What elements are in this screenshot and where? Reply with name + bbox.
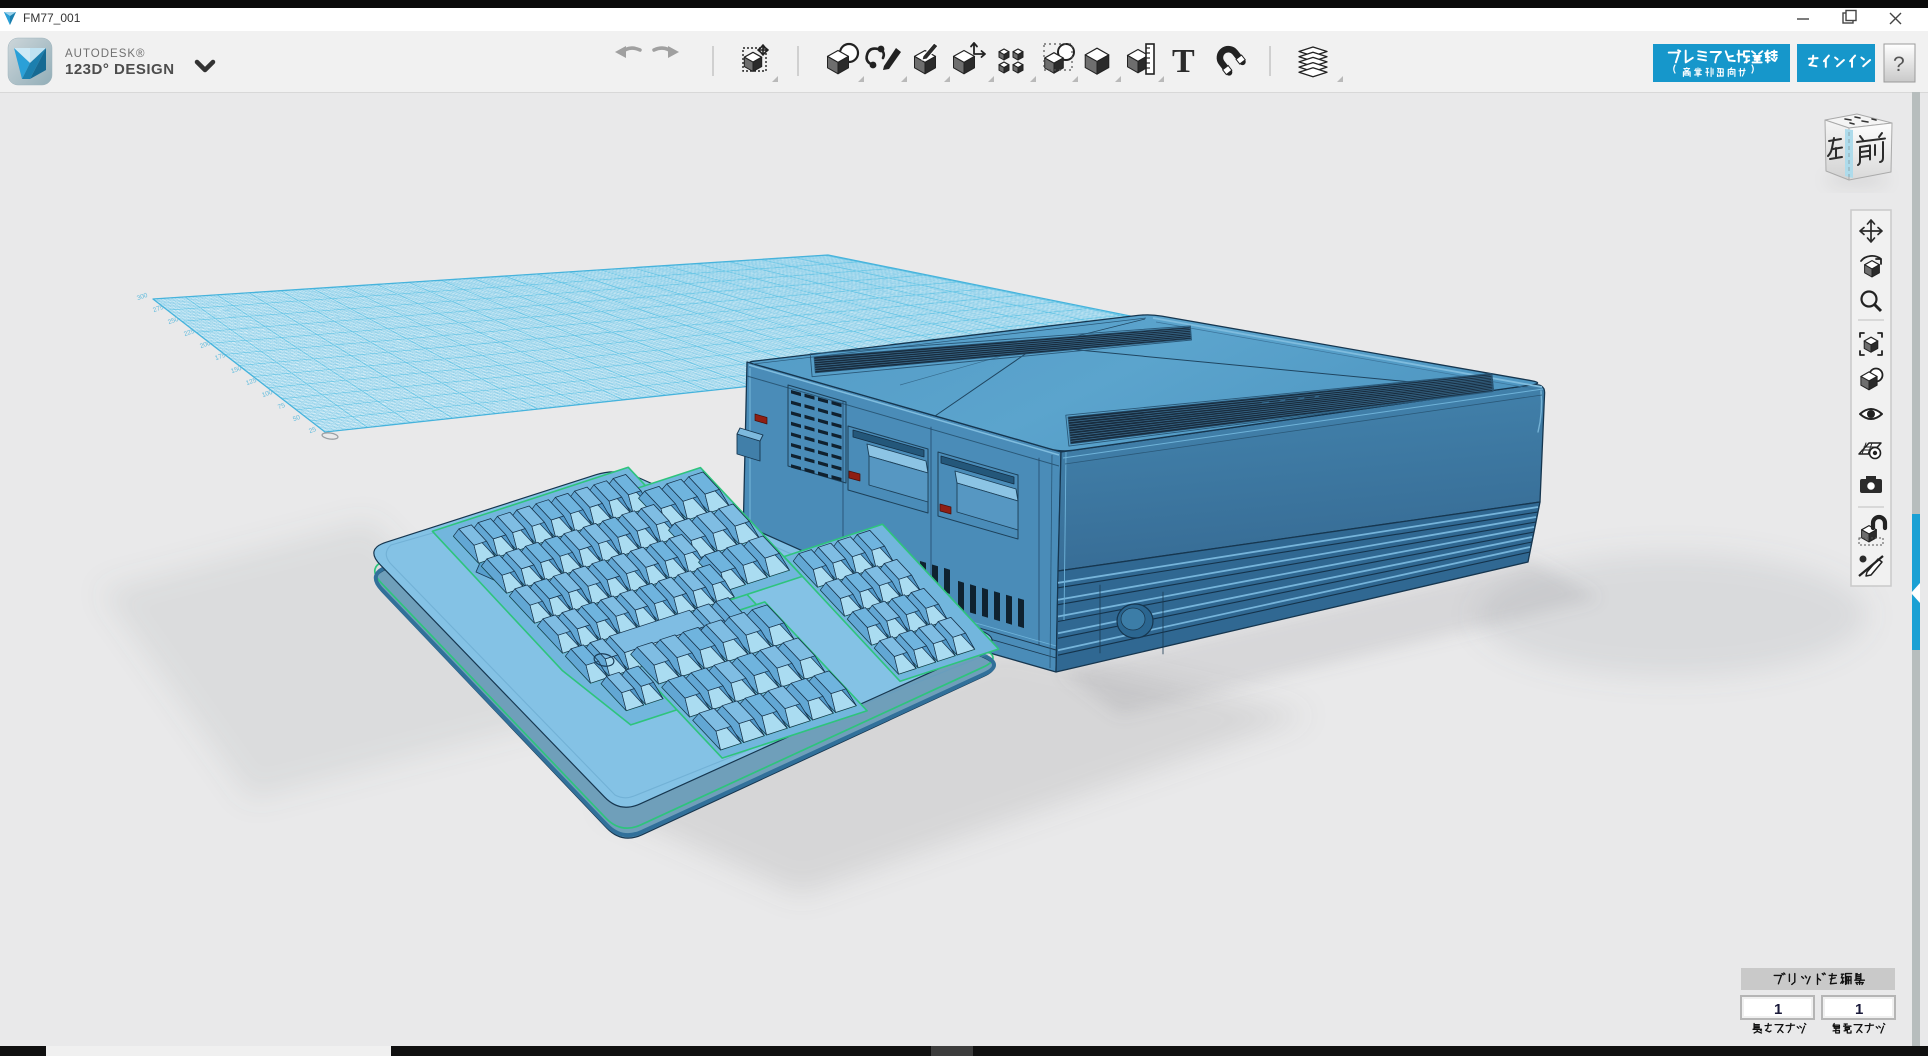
svg-text:300: 300	[136, 292, 149, 302]
svg-text:75: 75	[277, 402, 287, 411]
svg-text:1: 1	[1855, 1001, 1863, 1018]
svg-text:AUTODESK®: AUTODESK®	[65, 48, 146, 60]
svg-text:50: 50	[292, 414, 302, 423]
svg-text:25: 25	[308, 426, 318, 435]
svg-text:123D° DESIGN: 123D° DESIGN	[65, 61, 175, 78]
svg-text:1: 1	[1774, 1001, 1782, 1018]
svg-text:T: T	[1172, 43, 1195, 80]
svg-text:?: ?	[1893, 53, 1905, 76]
